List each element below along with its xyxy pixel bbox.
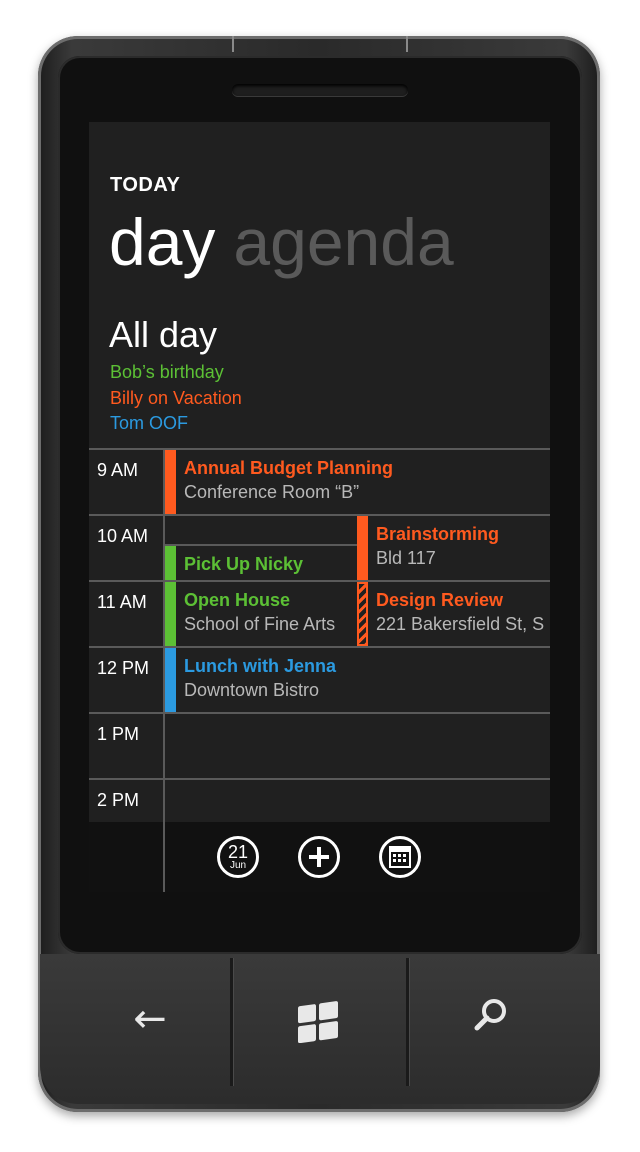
today-day: 21: [227, 842, 249, 862]
earpiece-speaker: [232, 84, 408, 96]
event-color-bar: [357, 516, 368, 580]
event-color-bar: [165, 582, 176, 646]
go-to-date-button[interactable]: [379, 836, 421, 878]
event-location: Conference Room “B”: [184, 482, 360, 502]
search-button[interactable]: [466, 995, 514, 1043]
all-day-event[interactable]: Billy on Vacation: [110, 388, 242, 409]
time-label: 2 PM: [97, 790, 140, 810]
time-label: 1 PM: [97, 724, 140, 744]
event-color-bar: [165, 648, 176, 712]
start-button[interactable]: [294, 995, 342, 1044]
event-location: 221 Bakersfield St, S: [376, 614, 545, 634]
event-title: Lunch with Jenna: [184, 656, 337, 676]
event-annual-budget-planning[interactable]: Annual Budget Planning Conference Room “…: [165, 450, 550, 514]
event-pick-up-nicky[interactable]: Pick Up Nicky: [165, 546, 357, 580]
new-appointment-button[interactable]: [298, 836, 340, 878]
time-label: 9 AM: [97, 460, 139, 480]
plus-icon: [309, 847, 329, 867]
event-color-bar: [165, 450, 176, 514]
time-column-divider: [163, 822, 165, 892]
event-tentative-bar: [357, 582, 368, 646]
event-title: Annual Budget Planning: [184, 458, 393, 478]
event-title: Pick Up Nicky: [184, 554, 304, 574]
event-open-house[interactable]: Open House School of Fine Arts: [165, 582, 357, 646]
back-arrow-icon: ←: [133, 996, 167, 1042]
event-design-review[interactable]: Design Review 221 Bakersfield St, S: [357, 582, 550, 646]
hour-divider: [89, 712, 550, 714]
windows-logo-icon: [298, 1001, 338, 1044]
all-day-event[interactable]: Bob’s birthday: [110, 362, 224, 383]
hardware-divider: [406, 958, 409, 1086]
event-title: Open House: [184, 590, 291, 610]
hardware-divider: [230, 958, 233, 1086]
time-label: 12 PM: [97, 658, 150, 678]
pivot-header: day agenda: [109, 202, 454, 282]
event-lunch-with-jenna[interactable]: Lunch with Jenna Downtown Bistro: [165, 648, 550, 712]
app-bar: 21 Jun: [89, 822, 550, 892]
event-location: Downtown Bistro: [184, 680, 320, 700]
phone-seam: [232, 36, 234, 52]
event-brainstorming[interactable]: Brainstorming Bld 117: [357, 516, 550, 580]
page-title: TODAY: [110, 174, 181, 196]
event-color-bar: [165, 546, 176, 580]
hour-divider: [89, 778, 550, 780]
today-month: Jun: [229, 860, 247, 871]
today-button[interactable]: 21 Jun: [217, 836, 259, 878]
all-day-heading: All day: [109, 314, 218, 355]
pivot-tab-agenda[interactable]: agenda: [233, 205, 453, 279]
search-icon: [474, 999, 506, 1031]
calendar-screen: TODAY day agenda All day Bob’s birthday B…: [89, 122, 550, 892]
time-label: 10 AM: [97, 526, 149, 546]
all-day-event[interactable]: Tom OOF: [110, 413, 188, 434]
event-location: Bld 117: [376, 548, 436, 568]
event-title: Design Review: [376, 590, 504, 610]
calendar-icon: [389, 846, 411, 868]
event-title: Brainstorming: [376, 524, 500, 544]
event-location: School of Fine Arts: [184, 614, 336, 634]
pivot-tab-day[interactable]: day: [109, 205, 215, 279]
phone-seam: [406, 36, 408, 52]
back-button[interactable]: ←: [126, 995, 174, 1043]
time-label: 11 AM: [97, 592, 147, 612]
